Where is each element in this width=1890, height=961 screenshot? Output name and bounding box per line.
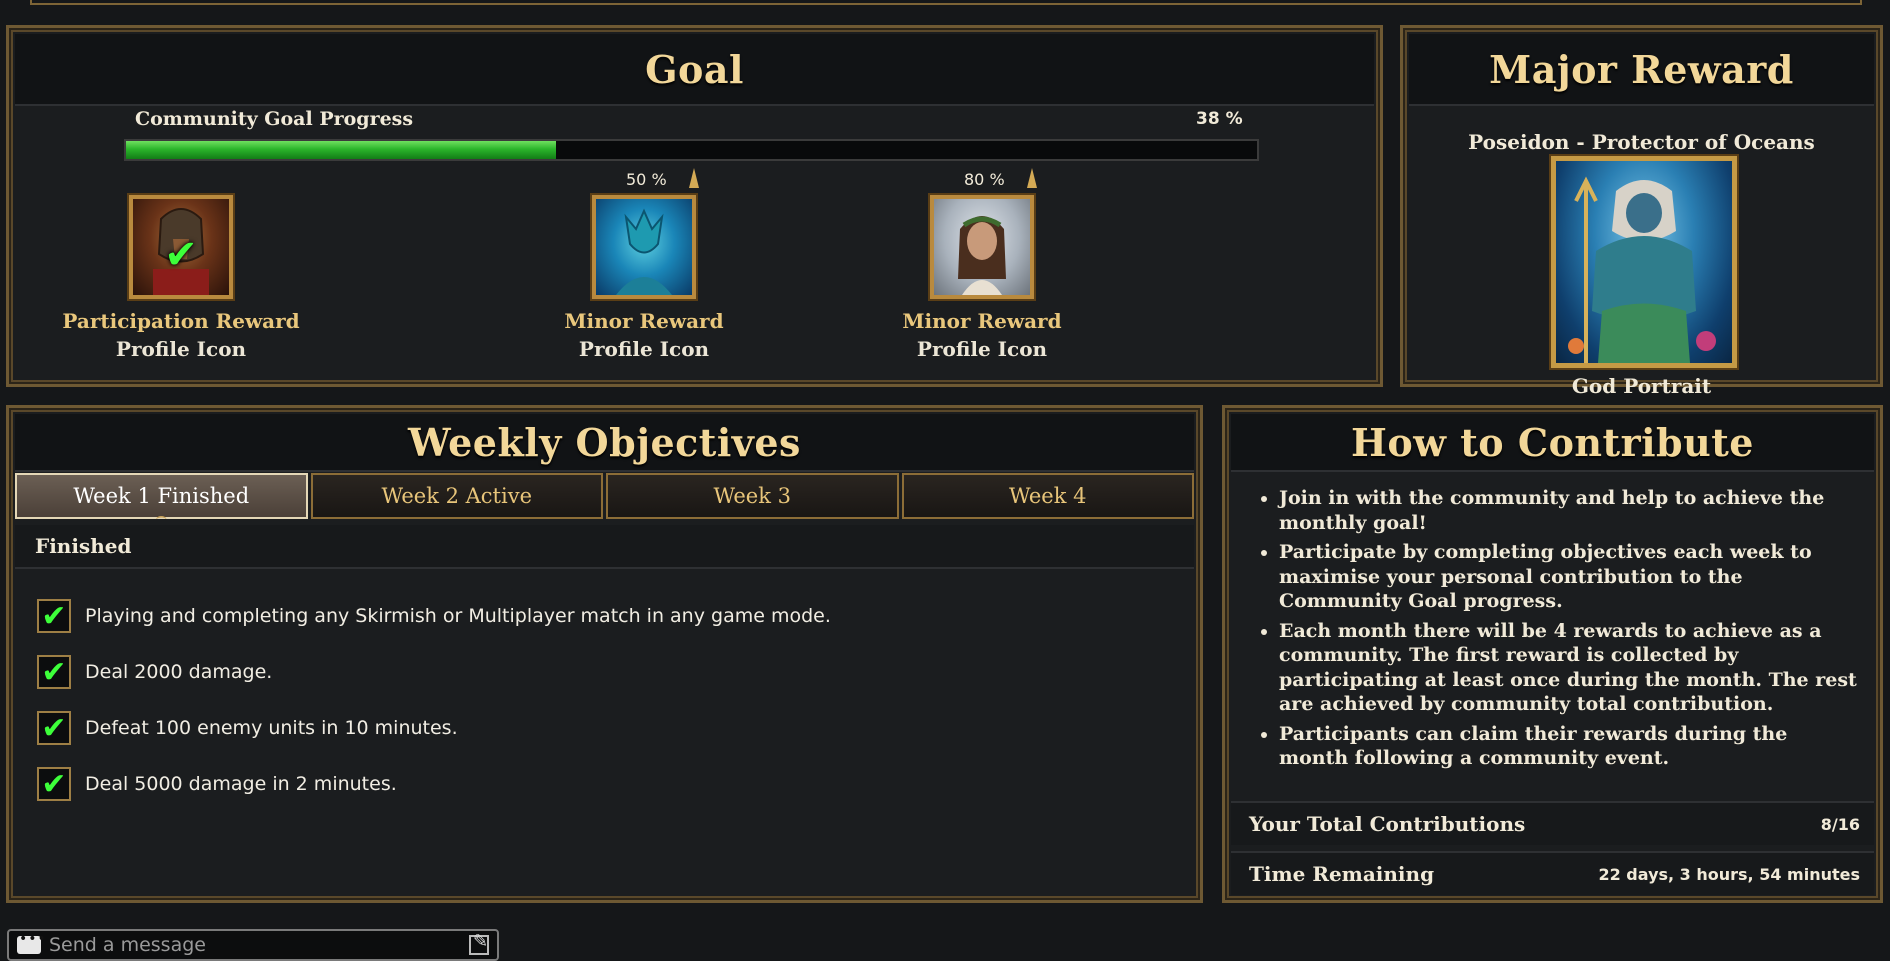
milestone-marker-icon [689,168,699,188]
progress-fill [126,141,556,159]
weekly-header: Weekly Objectives [15,414,1194,472]
woman-portrait [930,195,1034,299]
goal-title: Goal [645,46,744,92]
reward-subtitle: Profile Icon [115,337,247,361]
tab-week-2[interactable]: Week 2 Active [310,473,603,519]
weekly-title: Weekly Objectives [408,419,801,465]
reward-title: Participation Reward [62,309,300,333]
how-to-contribute-panel: How to Contribute Join in with the commu… [1222,405,1883,903]
triton-icon [616,208,672,295]
check-icon: ✔ [164,231,198,278]
how-bullet: Participants can claim their rewards dur… [1279,722,1860,771]
edit-icon[interactable] [469,931,489,955]
objective-item: ✔ Deal 2000 damage. [37,644,1180,700]
objective-text: Deal 2000 damage. [85,661,273,683]
participation-reward[interactable]: ✔ Participation Reward Profile Icon [51,195,311,361]
progress-label: Community Goal Progress [135,108,414,130]
time-remaining-value: 22 days, 3 hours, 54 minutes [1598,864,1860,884]
progress-bar [124,139,1259,161]
how-bullet: Join in with the community and help to a… [1279,486,1860,535]
total-contributions-label: Your Total Contributions [1249,812,1526,836]
objective-item: ✔ Defeat 100 enemy units in 10 minutes. [37,700,1180,756]
total-contributions-row: Your Total Contributions 8/16 [1231,801,1874,845]
objectives-list: ✔ Playing and completing any Skirmish or… [37,588,1180,812]
major-reward-panel: Major Reward Poseidon - Protector of Oce… [1400,25,1883,398]
spartan-portrait: ✔ [129,195,233,299]
top-frame-line [30,0,1862,5]
tab-label: Week 1 Finished [73,484,250,508]
check-icon: ✔ [37,655,71,690]
message-input[interactable] [47,933,469,957]
tab-week-1[interactable]: Week 1 Finished ⌢ [15,473,308,526]
tab-label: Week 3 [713,484,792,508]
goal-header: Goal [15,34,1374,106]
how-title: How to Contribute [1351,419,1754,465]
milestone-marker-icon [1027,168,1037,188]
tab-label: Week 2 Active [381,484,533,508]
reward-subtitle: Profile Icon [916,337,1048,361]
how-header: How to Contribute [1231,414,1874,472]
objective-text: Defeat 100 enemy units in 10 minutes. [85,717,458,739]
week-tabs: Week 1 Finished ⌢ Week 2 Active Week 3 W… [15,473,1194,526]
major-reward-name: Poseidon - Protector of Oceans [1468,130,1815,154]
tab-label: Week 4 [1009,484,1087,508]
objective-item: ✔ Playing and completing any Skirmish or… [37,588,1180,644]
reward-title: Minor Reward [902,309,1062,333]
poseidon-portrait[interactable] [1551,156,1737,368]
ornament-icon: ⌢ [155,506,168,527]
laurel-woman-icon [958,216,1006,295]
how-bullet: Each month there will be 4 rewards to ac… [1279,619,1860,717]
objective-item: ✔ Deal 5000 damage in 2 minutes. [37,756,1180,812]
progress-percent: 38 % [1196,109,1243,129]
how-bullet: Participate by completing objectives eac… [1279,540,1860,614]
week-status: Finished [15,525,1194,569]
chat-bar [7,929,499,961]
tab-week-3[interactable]: Week 3 [606,473,899,519]
total-contributions-value: 8/16 [1820,814,1860,834]
objective-text: Playing and completing any Skirmish or M… [85,605,831,627]
check-icon: ✔ [37,711,71,746]
objective-text: Deal 5000 damage in 2 minutes. [85,773,397,795]
major-reward-title: Major Reward [1489,46,1794,92]
weekly-objectives-panel: Weekly Objectives Week 1 Finished ⌢ Week… [6,405,1203,903]
time-remaining-row: Time Remaining 22 days, 3 hours, 54 minu… [1231,851,1874,895]
reward-title: Minor Reward [564,309,724,333]
check-icon: ✔ [37,599,71,634]
milestone-label-50: 50 % [626,170,667,189]
sea-creature-portrait [592,195,696,299]
minor-reward-2[interactable]: Minor Reward Profile Icon [852,195,1112,361]
poseidon-icon [1568,176,1716,363]
minor-reward-1[interactable]: Minor Reward Profile Icon [514,195,774,361]
how-bullet-list: Join in with the community and help to a… [1259,486,1860,776]
check-icon: ✔ [37,767,71,802]
major-reward-subtitle: God Portrait [1571,374,1712,398]
time-remaining-label: Time Remaining [1249,862,1435,886]
tab-week-4[interactable]: Week 4 [901,473,1194,519]
reward-subtitle: Profile Icon [578,337,710,361]
milestone-label-80: 80 % [964,170,1005,189]
chat-bubble-icon [17,931,47,954]
major-reward-header: Major Reward [1409,34,1874,106]
